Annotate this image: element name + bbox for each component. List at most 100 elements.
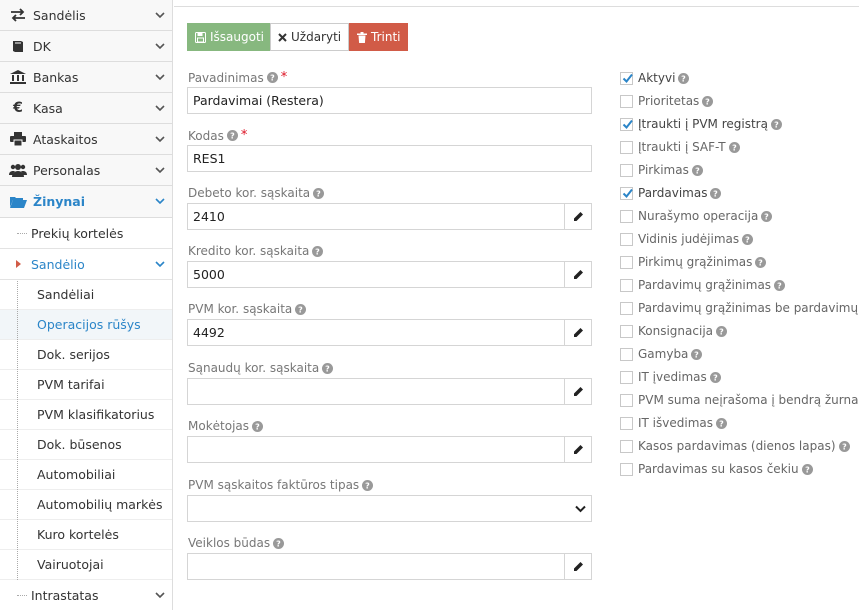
help-icon[interactable]: ? — [691, 164, 703, 176]
payer-edit-button[interactable] — [564, 436, 592, 463]
debit-input[interactable]: 2410 — [187, 203, 565, 230]
checkbox[interactable] — [620, 324, 633, 338]
checkbox-row[interactable]: Kasos pardavimas (dienos lapas)? — [620, 437, 850, 455]
sidebar-subsub-automobiliu-markes[interactable]: Automobilių markės — [0, 490, 172, 520]
sidebar-subsub-kuro-korteles[interactable]: Kuro kortelės — [0, 520, 172, 550]
sidebar-item-zinynai[interactable]: Žinynai — [0, 186, 172, 218]
checkbox-row[interactable]: IT įvedimas? — [620, 368, 721, 386]
help-icon[interactable]: ? — [295, 303, 307, 315]
checkbox[interactable] — [620, 416, 633, 430]
close-button[interactable]: Uždaryti — [270, 23, 350, 51]
checkbox-row[interactable]: Pirkimas? — [620, 161, 703, 179]
checkbox-row[interactable]: PVM suma neįrašoma į bendrą žurnalą? — [620, 391, 859, 409]
sidebar-subitem-intrastatas[interactable]: Intrastatas — [0, 580, 172, 610]
help-icon[interactable]: ? — [252, 420, 264, 432]
checkbox-label: Įtraukti į SAF-T — [638, 140, 726, 154]
help-icon[interactable]: ? — [838, 440, 850, 452]
help-icon[interactable]: ? — [312, 245, 324, 257]
sidebar-item-ataskaitos[interactable]: Ataskaitos — [0, 124, 172, 155]
help-icon[interactable]: ? — [710, 187, 722, 199]
debit-edit-button[interactable] — [564, 203, 592, 230]
sidebar-item-sandelis[interactable]: Sandėlis — [0, 0, 172, 31]
sidebar-subsub-operacijos-rusys[interactable]: Operacijos rūšys — [0, 310, 172, 340]
checkbox[interactable] — [620, 439, 633, 453]
checkbox[interactable] — [620, 186, 633, 200]
checkbox[interactable] — [620, 94, 633, 108]
sidebar-item-dk[interactable]: DK — [0, 31, 172, 62]
help-icon[interactable]: ? — [716, 417, 727, 429]
invoice-type-select[interactable] — [187, 495, 592, 522]
checkbox-row[interactable]: Įtraukti į SAF-T? — [620, 138, 740, 156]
checkbox[interactable] — [620, 370, 633, 384]
checkbox-row[interactable]: Konsignacija? — [620, 322, 727, 340]
credit-input[interactable]: 5000 — [187, 261, 565, 288]
help-icon[interactable]: ? — [774, 279, 786, 291]
checkbox[interactable] — [620, 71, 633, 85]
sidebar-subsub-automobiliai[interactable]: Automobiliai — [0, 460, 172, 490]
activity-edit-button[interactable] — [564, 553, 592, 580]
help-icon[interactable]: ? — [801, 463, 813, 475]
help-icon[interactable]: ? — [742, 233, 754, 245]
help-icon[interactable]: ? — [678, 72, 690, 84]
sidebar-item-kasa[interactable]: € Kasa — [0, 93, 172, 124]
sidebar-subsub-pvm-tarifai[interactable]: PVM tarifai — [0, 370, 172, 400]
checkbox[interactable] — [620, 163, 633, 177]
checkbox[interactable] — [620, 301, 633, 315]
sidebar-item-bankas[interactable]: Bankas — [0, 62, 172, 93]
help-icon[interactable]: ? — [226, 130, 238, 141]
checkbox-row[interactable]: Pardavimų grąžinimas? — [620, 276, 786, 294]
sidebar-subitem-sandelio[interactable]: Sandėlio — [0, 249, 172, 280]
sidebar-subsub-dok-serijos[interactable]: Dok. serijos — [0, 340, 172, 370]
help-icon[interactable]: ? — [362, 479, 374, 491]
checkbox-row[interactable]: IT išvedimas? — [620, 414, 727, 432]
checkbox-row[interactable]: Gamyba? — [620, 345, 703, 363]
sidebar-subitem-prekiu-korteles[interactable]: Prekių kortelės — [0, 218, 172, 249]
checkbox-row[interactable]: Prioritetas? — [620, 92, 714, 110]
name-input[interactable]: Pardavimai (Restera) — [187, 87, 592, 114]
vat-edit-button[interactable] — [564, 319, 592, 346]
delete-button[interactable]: Trinti — [349, 23, 409, 51]
checkbox-row[interactable]: Pardavimas? — [620, 184, 722, 202]
help-icon[interactable]: ? — [770, 118, 782, 130]
help-icon[interactable]: ? — [313, 187, 325, 199]
save-button[interactable]: Išsaugoti — [187, 23, 272, 51]
help-icon[interactable]: ? — [761, 210, 773, 222]
sidebar-subsub-vairuotojai[interactable]: Vairuotojai — [0, 550, 172, 580]
checkbox-row[interactable]: Nurašymo operacija? — [620, 207, 773, 225]
checkbox[interactable] — [620, 462, 633, 476]
activity-input[interactable] — [187, 553, 565, 580]
checkbox-row[interactable]: Pardavimas su kasos čekiu? — [620, 460, 813, 478]
help-icon[interactable]: ? — [691, 348, 703, 360]
checkbox[interactable] — [620, 140, 633, 154]
sidebar-subsub-pvm-klasifikatorius[interactable]: PVM klasifikatorius — [0, 400, 172, 430]
expense-input[interactable] — [187, 378, 565, 405]
help-icon[interactable]: ? — [266, 72, 278, 83]
payer-input[interactable] — [187, 436, 565, 463]
checkbox[interactable] — [620, 255, 633, 269]
checkbox-row[interactable]: Pardavimų grąžinimas be pardavimų? — [620, 299, 859, 317]
checkbox[interactable] — [620, 232, 633, 246]
help-icon[interactable]: ? — [716, 325, 727, 337]
checkbox[interactable] — [620, 117, 633, 131]
help-icon[interactable]: ? — [755, 256, 767, 268]
sidebar-item-personalas[interactable]: Personalas — [0, 155, 172, 186]
checkbox-row[interactable]: Aktyvi? — [620, 69, 690, 87]
vat-input[interactable]: 4492 — [187, 319, 565, 346]
sidebar-subsub-dok-busenos[interactable]: Dok. būsenos — [0, 430, 172, 460]
checkbox-row[interactable]: Pirkimų grąžinimas? — [620, 253, 767, 271]
help-icon[interactable]: ? — [709, 371, 721, 383]
help-icon[interactable]: ? — [702, 95, 714, 107]
checkbox[interactable] — [620, 278, 633, 292]
code-input[interactable]: RES1 — [187, 145, 592, 172]
checkbox[interactable] — [620, 347, 633, 361]
help-icon[interactable]: ? — [322, 362, 334, 374]
expense-edit-button[interactable] — [564, 378, 592, 405]
help-icon[interactable]: ? — [728, 141, 740, 153]
credit-edit-button[interactable] — [564, 261, 592, 288]
checkbox-row[interactable]: Įtraukti į PVM registrą? — [620, 115, 782, 133]
checkbox-row[interactable]: Vidinis judėjimas? — [620, 230, 754, 248]
checkbox[interactable] — [620, 393, 633, 407]
checkbox[interactable] — [620, 209, 633, 223]
help-icon[interactable]: ? — [273, 537, 285, 549]
sidebar-subsub-sandeliai[interactable]: Sandėliai — [0, 280, 172, 310]
